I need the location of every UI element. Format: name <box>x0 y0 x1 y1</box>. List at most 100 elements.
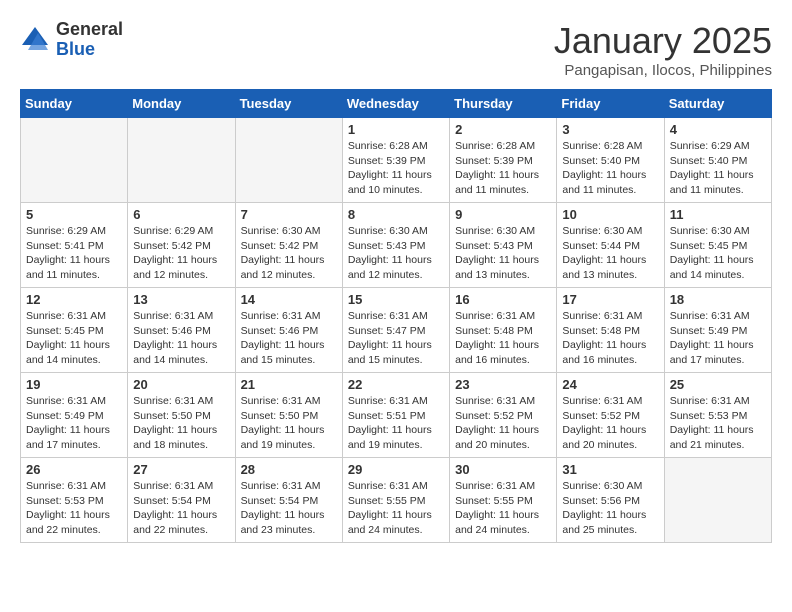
weekday-header: Tuesday <box>235 90 342 118</box>
day-number: 5 <box>26 207 122 222</box>
calendar-cell: 3 Sunrise: 6:28 AMSunset: 5:40 PMDaylight… <box>557 118 664 203</box>
calendar-cell: 6 Sunrise: 6:29 AMSunset: 5:42 PMDaylight… <box>128 203 235 288</box>
calendar-cell: 8 Sunrise: 6:30 AMSunset: 5:43 PMDaylight… <box>342 203 449 288</box>
day-info: Sunrise: 6:31 AMSunset: 5:47 PMDaylight:… <box>348 309 444 368</box>
logo-general: General <box>56 20 123 40</box>
day-number: 10 <box>562 207 658 222</box>
day-number: 29 <box>348 462 444 477</box>
logo-blue: Blue <box>56 40 123 60</box>
day-info: Sunrise: 6:31 AMSunset: 5:45 PMDaylight:… <box>26 309 122 368</box>
day-info: Sunrise: 6:31 AMSunset: 5:53 PMDaylight:… <box>670 394 766 453</box>
day-info: Sunrise: 6:31 AMSunset: 5:46 PMDaylight:… <box>241 309 337 368</box>
calendar-cell: 22 Sunrise: 6:31 AMSunset: 5:51 PMDayligh… <box>342 373 449 458</box>
calendar-cell: 28 Sunrise: 6:31 AMSunset: 5:54 PMDayligh… <box>235 458 342 543</box>
day-info: Sunrise: 6:30 AMSunset: 5:43 PMDaylight:… <box>455 224 551 283</box>
day-number: 7 <box>241 207 337 222</box>
calendar-cell: 14 Sunrise: 6:31 AMSunset: 5:46 PMDayligh… <box>235 288 342 373</box>
title-area: January 2025 Pangapisan, Ilocos, Philipp… <box>554 20 772 79</box>
calendar-cell: 2 Sunrise: 6:28 AMSunset: 5:39 PMDaylight… <box>450 118 557 203</box>
calendar-cell: 17 Sunrise: 6:31 AMSunset: 5:48 PMDayligh… <box>557 288 664 373</box>
day-info: Sunrise: 6:31 AMSunset: 5:46 PMDaylight:… <box>133 309 229 368</box>
day-number: 23 <box>455 377 551 392</box>
day-info: Sunrise: 6:31 AMSunset: 5:55 PMDaylight:… <box>455 479 551 538</box>
day-info: Sunrise: 6:31 AMSunset: 5:49 PMDaylight:… <box>26 394 122 453</box>
month-title: January 2025 <box>554 20 772 62</box>
day-info: Sunrise: 6:31 AMSunset: 5:52 PMDaylight:… <box>455 394 551 453</box>
weekday-header: Saturday <box>664 90 771 118</box>
calendar-cell: 21Sunrise: 6:31 AMSunset: 5:50 PMDayligh… <box>235 373 342 458</box>
logo: General Blue <box>20 20 123 60</box>
day-number: 17 <box>562 292 658 307</box>
calendar-cell: 18Sunrise: 6:31 AMSunset: 5:49 PMDayligh… <box>664 288 771 373</box>
calendar-cell: 20Sunrise: 6:31 AMSunset: 5:50 PMDayligh… <box>128 373 235 458</box>
day-number: 6 <box>133 207 229 222</box>
calendar-cell: 16Sunrise: 6:31 AMSunset: 5:48 PMDayligh… <box>450 288 557 373</box>
calendar-cell: 24Sunrise: 6:31 AMSunset: 5:52 PMDayligh… <box>557 373 664 458</box>
day-number: 31 <box>562 462 658 477</box>
weekday-header: Wednesday <box>342 90 449 118</box>
day-info: Sunrise: 6:29 AMSunset: 5:42 PMDaylight:… <box>133 224 229 283</box>
day-number: 9 <box>455 207 551 222</box>
calendar-cell: 4Sunrise: 6:29 AMSunset: 5:40 PMDaylight… <box>664 118 771 203</box>
day-info: Sunrise: 6:31 AMSunset: 5:53 PMDaylight:… <box>26 479 122 538</box>
day-number: 22 <box>348 377 444 392</box>
calendar-cell: 15Sunrise: 6:31 AMSunset: 5:47 PMDayligh… <box>342 288 449 373</box>
calendar-cell: 9 Sunrise: 6:30 AMSunset: 5:43 PMDaylight… <box>450 203 557 288</box>
week-row: 19 Sunrise: 6:31 AMSunset: 5:49 PMDayligh… <box>21 373 772 458</box>
day-number: 26 <box>26 462 122 477</box>
day-info: Sunrise: 6:31 AMSunset: 5:54 PMDaylight:… <box>241 479 337 538</box>
calendar-table: SundayMondayTuesdayWednesdayThursdayFrid… <box>20 89 772 543</box>
day-number: 2 <box>455 122 551 137</box>
weekday-row: SundayMondayTuesdayWednesdayThursdayFrid… <box>21 90 772 118</box>
day-number: 12 <box>26 292 122 307</box>
weekday-header: Monday <box>128 90 235 118</box>
calendar-body: 1 Sunrise: 6:28 AMSunset: 5:39 PMDaylight… <box>21 118 772 543</box>
day-info: Sunrise: 6:31 AMSunset: 5:51 PMDaylight:… <box>348 394 444 453</box>
day-info: Sunrise: 6:28 AMSunset: 5:39 PMDaylight:… <box>455 139 551 198</box>
day-info: Sunrise: 6:28 AMSunset: 5:39 PMDaylight:… <box>348 139 444 198</box>
weekday-header: Friday <box>557 90 664 118</box>
week-row: 12 Sunrise: 6:31 AMSunset: 5:45 PMDayligh… <box>21 288 772 373</box>
day-number: 27 <box>133 462 229 477</box>
calendar-cell: 10Sunrise: 6:30 AMSunset: 5:44 PMDayligh… <box>557 203 664 288</box>
day-info: Sunrise: 6:30 AMSunset: 5:43 PMDaylight:… <box>348 224 444 283</box>
day-info: Sunrise: 6:29 AMSunset: 5:41 PMDaylight:… <box>26 224 122 283</box>
day-info: Sunrise: 6:31 AMSunset: 5:55 PMDaylight:… <box>348 479 444 538</box>
weekday-header: Thursday <box>450 90 557 118</box>
location-subtitle: Pangapisan, Ilocos, Philippines <box>554 62 772 79</box>
calendar-cell: 7 Sunrise: 6:30 AMSunset: 5:42 PMDaylight… <box>235 203 342 288</box>
day-info: Sunrise: 6:30 AMSunset: 5:56 PMDaylight:… <box>562 479 658 538</box>
weekday-header: Sunday <box>21 90 128 118</box>
day-number: 19 <box>26 377 122 392</box>
day-number: 13 <box>133 292 229 307</box>
calendar-cell: 11Sunrise: 6:30 AMSunset: 5:45 PMDayligh… <box>664 203 771 288</box>
day-number: 3 <box>562 122 658 137</box>
week-row: 5 Sunrise: 6:29 AMSunset: 5:41 PMDaylight… <box>21 203 772 288</box>
calendar-cell <box>664 458 771 543</box>
day-info: Sunrise: 6:31 AMSunset: 5:52 PMDaylight:… <box>562 394 658 453</box>
page-header: General Blue January 2025 Pangapisan, Il… <box>20 20 772 79</box>
day-number: 11 <box>670 207 766 222</box>
week-row: 26 Sunrise: 6:31 AMSunset: 5:53 PMDayligh… <box>21 458 772 543</box>
day-info: Sunrise: 6:29 AMSunset: 5:40 PMDaylight:… <box>670 139 766 198</box>
calendar-cell: 5 Sunrise: 6:29 AMSunset: 5:41 PMDaylight… <box>21 203 128 288</box>
calendar-cell: 25Sunrise: 6:31 AMSunset: 5:53 PMDayligh… <box>664 373 771 458</box>
day-info: Sunrise: 6:30 AMSunset: 5:42 PMDaylight:… <box>241 224 337 283</box>
day-number: 14 <box>241 292 337 307</box>
day-info: Sunrise: 6:31 AMSunset: 5:54 PMDaylight:… <box>133 479 229 538</box>
day-number: 8 <box>348 207 444 222</box>
calendar-cell: 26 Sunrise: 6:31 AMSunset: 5:53 PMDayligh… <box>21 458 128 543</box>
day-number: 1 <box>348 122 444 137</box>
calendar-cell: 19 Sunrise: 6:31 AMSunset: 5:49 PMDayligh… <box>21 373 128 458</box>
logo-text: General Blue <box>56 20 123 60</box>
day-info: Sunrise: 6:31 AMSunset: 5:48 PMDaylight:… <box>562 309 658 368</box>
day-info: Sunrise: 6:31 AMSunset: 5:49 PMDaylight:… <box>670 309 766 368</box>
calendar-cell: 30Sunrise: 6:31 AMSunset: 5:55 PMDayligh… <box>450 458 557 543</box>
day-number: 28 <box>241 462 337 477</box>
calendar-cell: 31 Sunrise: 6:30 AMSunset: 5:56 PMDayligh… <box>557 458 664 543</box>
calendar-cell: 27 Sunrise: 6:31 AMSunset: 5:54 PMDayligh… <box>128 458 235 543</box>
logo-icon <box>20 25 50 55</box>
calendar-cell <box>128 118 235 203</box>
calendar-cell: 23 Sunrise: 6:31 AMSunset: 5:52 PMDayligh… <box>450 373 557 458</box>
day-info: Sunrise: 6:28 AMSunset: 5:40 PMDaylight:… <box>562 139 658 198</box>
